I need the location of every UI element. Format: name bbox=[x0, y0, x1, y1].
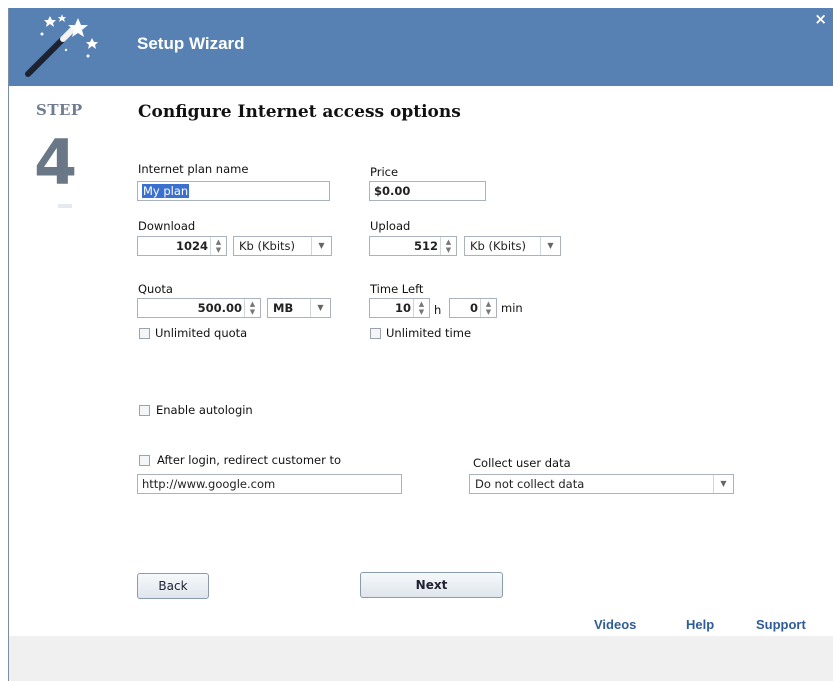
upload-unit-value: Kb (Kbits) bbox=[470, 239, 527, 253]
download-value: 1024 bbox=[175, 239, 208, 253]
quota-stepper[interactable]: 500.00 ▲ ▼ bbox=[137, 298, 261, 318]
support-link[interactable]: Support bbox=[756, 617, 806, 632]
redirect-url-input[interactable]: http://www.google.com bbox=[137, 474, 402, 494]
upload-spin-arrows-icon[interactable]: ▲ ▼ bbox=[440, 237, 456, 255]
chevron-down-icon[interactable]: ▼ bbox=[540, 237, 560, 255]
autologin-label: Enable autologin bbox=[156, 403, 253, 417]
collect-data-value: Do not collect data bbox=[475, 477, 585, 491]
hours-unit-label: h bbox=[434, 303, 442, 317]
close-icon[interactable]: × bbox=[814, 10, 827, 28]
plan-name-input[interactable]: My plan bbox=[137, 181, 330, 201]
autologin-checkbox[interactable] bbox=[139, 405, 150, 416]
hours-stepper[interactable]: 10 ▲ ▼ bbox=[369, 298, 430, 318]
help-link[interactable]: Help bbox=[686, 617, 714, 632]
page-heading: Configure Internet access options bbox=[138, 102, 461, 122]
unlimited-quota-label: Unlimited quota bbox=[155, 326, 248, 340]
footer-bar bbox=[9, 636, 833, 681]
quota-label: Quota bbox=[138, 282, 173, 296]
window-border bbox=[8, 8, 9, 681]
header-bar bbox=[9, 8, 833, 86]
back-button[interactable]: Back bbox=[137, 573, 209, 599]
quota-value: 500.00 bbox=[197, 301, 242, 315]
quota-spin-arrows-icon[interactable]: ▲ ▼ bbox=[244, 299, 260, 317]
download-unit-value: Kb (Kbits) bbox=[239, 239, 296, 253]
redirect-label: After login, redirect customer to bbox=[157, 453, 342, 467]
window-outer-margin bbox=[0, 0, 8, 681]
download-label: Download bbox=[138, 219, 196, 233]
unlimited-quota-checkbox[interactable] bbox=[139, 328, 150, 339]
chevron-down-icon[interactable]: ▼ bbox=[311, 237, 331, 255]
minutes-unit-label: min bbox=[501, 301, 523, 315]
download-unit-select[interactable]: Kb (Kbits) ▼ bbox=[233, 236, 332, 256]
price-input[interactable]: $0.00 bbox=[369, 181, 486, 201]
upload-stepper[interactable]: 512 ▲ ▼ bbox=[369, 236, 457, 256]
window-title: Setup Wizard bbox=[137, 34, 245, 53]
chevron-down-icon[interactable]: ▼ bbox=[310, 299, 330, 317]
videos-link[interactable]: Videos bbox=[594, 617, 636, 632]
step-label: STEP bbox=[36, 101, 83, 119]
unlimited-time-label: Unlimited time bbox=[386, 326, 472, 340]
magic-wand-icon bbox=[25, 14, 98, 77]
plan-name-value: My plan bbox=[142, 184, 190, 198]
minutes-stepper[interactable]: 0 ▲ ▼ bbox=[449, 298, 497, 318]
hours-value: 10 bbox=[394, 301, 411, 315]
collect-data-select[interactable]: Do not collect data ▼ bbox=[469, 474, 734, 494]
step-number: 4 bbox=[34, 126, 78, 199]
plan-name-label: Internet plan name bbox=[138, 162, 249, 176]
minutes-value: 0 bbox=[469, 301, 478, 315]
download-spin-arrows-icon[interactable]: ▲ ▼ bbox=[210, 237, 226, 255]
next-button[interactable]: Next bbox=[360, 572, 503, 598]
price-label: Price bbox=[370, 165, 399, 179]
collect-data-label: Collect user data bbox=[473, 456, 571, 470]
step-number-shadow bbox=[58, 204, 72, 208]
redirect-checkbox[interactable] bbox=[139, 455, 150, 466]
time-left-label: Time Left bbox=[370, 282, 424, 296]
upload-unit-select[interactable]: Kb (Kbits) ▼ bbox=[464, 236, 561, 256]
upload-label: Upload bbox=[370, 219, 411, 233]
chevron-down-icon[interactable]: ▼ bbox=[713, 475, 733, 493]
hours-spin-arrows-icon[interactable]: ▲ ▼ bbox=[413, 299, 429, 317]
minutes-spin-arrows-icon[interactable]: ▲ ▼ bbox=[480, 299, 496, 317]
download-stepper[interactable]: 1024 ▲ ▼ bbox=[137, 236, 227, 256]
quota-unit-value: MB bbox=[273, 301, 294, 315]
quota-unit-select[interactable]: MB ▼ bbox=[267, 298, 331, 318]
upload-value: 512 bbox=[413, 239, 438, 253]
unlimited-time-checkbox[interactable] bbox=[370, 328, 381, 339]
